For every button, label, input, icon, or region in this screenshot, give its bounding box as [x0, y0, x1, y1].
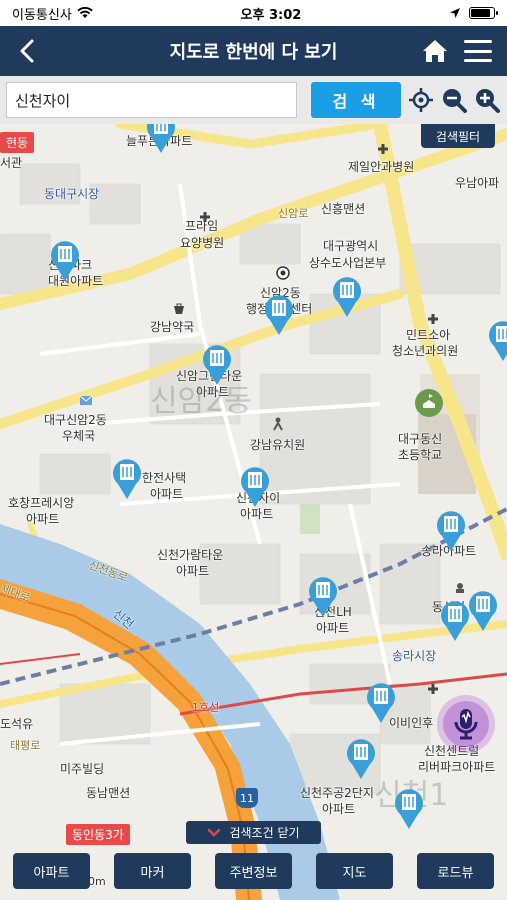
- apartment-pin-icon[interactable]: [330, 274, 364, 318]
- map-label: 아파트: [240, 507, 274, 521]
- map-label: 호창프레시앙: [8, 496, 75, 510]
- map-label: 아파트: [150, 487, 184, 501]
- market-icon: [456, 583, 464, 593]
- page-title: 지도로 한번에 다 보기: [169, 42, 338, 63]
- chevron-down-icon: [208, 828, 221, 837]
- close-conditions-button[interactable]: 검색조건 닫기: [186, 821, 321, 844]
- map-label: 대구광역시: [323, 239, 379, 253]
- apartment-button[interactable]: 아파트: [13, 853, 90, 889]
- apartment-pin-icon[interactable]: [262, 292, 296, 336]
- map-label: 청소년과의원: [392, 344, 459, 358]
- area-tag-hyeondong: 현동: [0, 132, 35, 153]
- map-label: 대구동신: [398, 432, 443, 446]
- road-label: 태평로: [10, 739, 41, 752]
- zoom-in-icon[interactable]: [473, 86, 501, 114]
- map-label: 리버파크아파트: [418, 760, 496, 774]
- apartment-pin-icon[interactable]: [344, 736, 378, 780]
- wifi-icon: [77, 7, 93, 18]
- apartment-pin-icon[interactable]: [306, 574, 340, 618]
- area-tag-dongin: 동인동3가: [66, 824, 130, 845]
- zoom-out-icon[interactable]: [440, 86, 468, 114]
- road-label: 신암로: [278, 207, 309, 220]
- search-input[interactable]: [6, 82, 297, 118]
- map-label: 도석유: [0, 717, 34, 731]
- search-filter-button[interactable]: 검색필터: [421, 124, 495, 148]
- map-label: 초등학교: [398, 448, 443, 462]
- map-type-button[interactable]: 지도: [316, 853, 393, 889]
- kindergarten-icon: [273, 417, 283, 431]
- subway-line-label: 1호선: [192, 701, 220, 714]
- map-label: 우남아파: [455, 176, 500, 190]
- map-label: 요양병원: [180, 236, 225, 250]
- apartment-pin-icon[interactable]: [364, 680, 398, 724]
- map-label: 대구신암2동: [44, 413, 107, 427]
- current-location-icon[interactable]: [407, 86, 435, 114]
- apartment-pin-icon[interactable]: [144, 124, 178, 154]
- marker-button[interactable]: 마커: [114, 853, 191, 889]
- apartment-pin-icon[interactable]: [200, 342, 234, 386]
- map-label: 민트소아: [406, 328, 451, 342]
- map-label: 아파트: [322, 802, 356, 816]
- apartment-pin-icon[interactable]: [110, 456, 144, 500]
- apartment-pin-icon[interactable]: [486, 318, 507, 362]
- map-label: 아파트: [176, 564, 210, 578]
- nearby-info-button[interactable]: 주변정보: [215, 853, 292, 889]
- map-label: 신흥맨션: [321, 202, 366, 216]
- battery-icon: [469, 7, 498, 19]
- route-11-shield: 11: [236, 788, 258, 808]
- map-label: 아파트: [26, 512, 60, 526]
- navigation-bar: 지도로 한번에 다 보기: [0, 26, 507, 76]
- pharmacy-icon: [174, 303, 184, 314]
- apartment-pin-icon[interactable]: [434, 508, 468, 552]
- microphone-icon: [454, 709, 478, 740]
- carrier-label: 이동통신사: [12, 7, 72, 23]
- hospital-icon: [428, 314, 438, 324]
- map-label: 제일안과병원: [348, 160, 415, 174]
- map-label: 상수도사업본부: [309, 256, 387, 270]
- apartment-pin-icon[interactable]: [48, 238, 82, 282]
- hospital-icon: [200, 212, 210, 222]
- map-label: 송라시장: [392, 649, 437, 663]
- district-label: 신암2동: [150, 384, 252, 419]
- bottom-toolbar: 아파트 마커 주변정보 지도 로드뷰: [0, 853, 507, 891]
- hospital-icon: [378, 144, 388, 154]
- menu-button[interactable]: [462, 36, 494, 66]
- map-label: 신천가람타운: [157, 548, 224, 562]
- hospital-icon: [428, 684, 438, 694]
- map-label: 서관: [0, 156, 23, 170]
- school-icon: [415, 389, 443, 417]
- status-bar: 이동통신사 오후 3:02: [0, 0, 507, 26]
- home-icon: [423, 40, 447, 62]
- government-office-icon: [276, 266, 290, 280]
- search-button[interactable]: 검 색: [311, 82, 401, 118]
- map-view[interactable]: 현동 서관 늘푸른아파트 제일안과병원 동대구시장 우남아파 신암로 신흥맨션 …: [0, 124, 507, 900]
- map-label: 한전사택: [142, 471, 187, 485]
- map-label: 강남약국: [150, 320, 195, 334]
- menu-icon: [464, 40, 492, 43]
- home-button[interactable]: [420, 36, 450, 66]
- map-label: 강남유치원: [250, 438, 306, 452]
- road-view-button[interactable]: 로드뷰: [417, 853, 494, 889]
- map-label: 동남맨션: [86, 786, 131, 800]
- apartment-pin-icon[interactable]: [238, 464, 272, 508]
- voice-search-button[interactable]: [437, 695, 495, 753]
- map-label: 우체국: [62, 429, 96, 443]
- post-office-icon: [79, 395, 93, 405]
- apartment-pin-icon[interactable]: [392, 786, 426, 830]
- search-bar: 검 색: [0, 76, 507, 124]
- back-button[interactable]: [10, 34, 44, 68]
- map-label: 미주빌딩: [60, 762, 105, 776]
- map-label: 동대구시장: [44, 187, 100, 201]
- clock: 오후 3:02: [240, 7, 302, 23]
- map-label: 신천주공2단지: [300, 786, 374, 800]
- apartment-pin-icon[interactable]: [438, 598, 472, 642]
- close-conditions-label: 검색조건 닫기: [229, 826, 300, 840]
- map-label: 아파트: [316, 621, 350, 635]
- location-arrow-icon: [450, 8, 460, 18]
- chevron-left-icon: [20, 39, 34, 63]
